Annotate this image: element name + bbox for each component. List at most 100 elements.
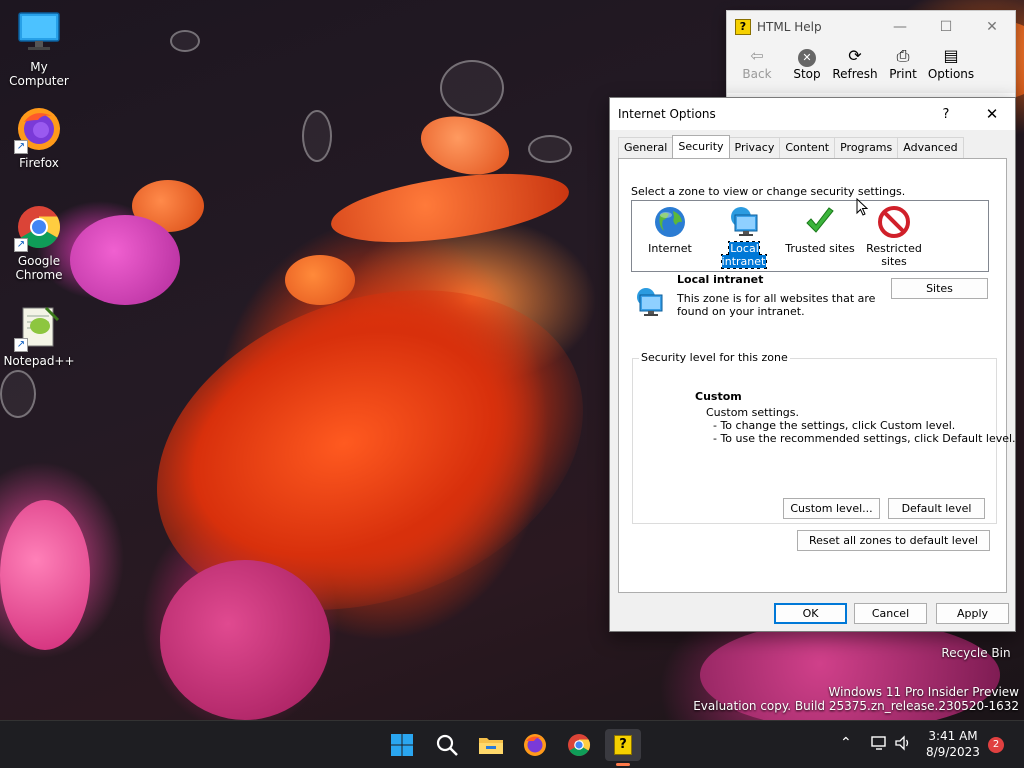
desktop-icon-my-computer[interactable]: My Computer: [0, 10, 78, 88]
maximize-button[interactable]: ☐: [923, 19, 969, 35]
wallpaper-blob: [70, 215, 180, 305]
html-help-window: ? HTML Help — ☐ ✕ ⇦ Back ✕ Stop ⟳ Refres…: [726, 10, 1016, 100]
security-level-legend: Security level for this zone: [639, 351, 790, 364]
custom-level-button[interactable]: Custom level...: [783, 498, 880, 519]
help-button[interactable]: ?: [923, 107, 969, 122]
globe-icon: [653, 205, 687, 239]
stop-label: Stop: [793, 67, 821, 81]
shortcut-arrow-icon: ↗: [14, 238, 28, 252]
ok-button[interactable]: OK: [774, 603, 847, 624]
minimize-button[interactable]: —: [877, 19, 923, 35]
shortcut-arrow-icon: ↗: [14, 338, 28, 352]
zone-local-intranet[interactable]: Local intranet: [706, 205, 782, 269]
help-question-icon: ?: [614, 735, 632, 755]
tab-content[interactable]: Content: [779, 137, 836, 158]
desktop-icon-recycle-bin[interactable]: Recycle Bin: [936, 646, 1016, 660]
printer-icon: ⎙: [896, 46, 910, 65]
refresh-label: Refresh: [832, 67, 878, 81]
folder-icon: [479, 738, 503, 754]
windows-watermark: Windows 11 Pro Insider Preview Evaluatio…: [693, 685, 1019, 713]
wallpaper-droplet: [170, 30, 200, 52]
tray-overflow-button[interactable]: ⌃: [840, 735, 852, 751]
zone-description: This zone is for all websites that are f…: [677, 292, 876, 318]
apply-button[interactable]: Apply: [936, 603, 1009, 624]
search-button[interactable]: [431, 729, 463, 761]
html-help-title-bar[interactable]: ? HTML Help — ☐ ✕: [727, 11, 1015, 43]
network-icon[interactable]: [870, 734, 888, 755]
close-button[interactable]: ✕: [969, 19, 1015, 35]
start-button[interactable]: [386, 729, 418, 761]
clock[interactable]: 3:41 AM 8/9/2023: [922, 728, 984, 760]
default-level-button[interactable]: Default level: [888, 498, 985, 519]
internet-options-dialog: Internet Options ? ✕ General Security Pr…: [609, 97, 1016, 632]
volume-icon[interactable]: [894, 734, 912, 755]
wallpaper-droplet: [0, 370, 36, 418]
zone-trusted-sites[interactable]: Trusted sites: [782, 205, 858, 255]
checkmark-icon: [803, 205, 837, 239]
level-name: Custom: [695, 390, 742, 403]
clock-time: 3:41 AM: [928, 729, 978, 743]
stop-icon: ✕: [783, 45, 831, 67]
zone-list: Internet Local intranet Trusted sites Re…: [631, 200, 989, 272]
notepad-plus-plus-icon: ↗: [14, 304, 62, 352]
zone-label: Local intranet: [720, 241, 768, 269]
notification-badge[interactable]: 2: [988, 737, 1004, 753]
back-button[interactable]: ⇦ Back: [733, 43, 781, 93]
watermark-line: Windows 11 Pro Insider Preview: [828, 685, 1019, 699]
tab-privacy[interactable]: Privacy: [728, 137, 781, 158]
back-label: Back: [742, 67, 772, 81]
sites-button[interactable]: Sites: [891, 278, 988, 299]
firefox-icon: [524, 734, 546, 756]
cancel-button[interactable]: Cancel: [854, 603, 927, 624]
chrome-icon: ↗: [14, 204, 62, 252]
options-button[interactable]: ▤ Options: [927, 43, 975, 93]
search-icon: [436, 734, 458, 756]
firefox-icon: ↗: [14, 106, 62, 154]
security-tab-panel: Select a zone to view or change security…: [618, 158, 1016, 593]
desktop-icon-label: Notepad++: [3, 354, 75, 368]
desktop-icon-firefox[interactable]: ↗ Firefox: [0, 106, 78, 170]
desktop-icon-label: Google Chrome: [15, 254, 63, 282]
wallpaper-droplet: [440, 60, 504, 116]
level-description: Custom settings. - To change the setting…: [706, 406, 1016, 445]
help-question-icon: ?: [735, 19, 751, 35]
taskbar-firefox[interactable]: [519, 729, 551, 761]
zone-label: Internet: [648, 242, 692, 255]
watermark-line: Evaluation copy. Build 25375.zn_release.…: [693, 699, 1019, 713]
close-icon[interactable]: ✕: [969, 105, 1015, 123]
taskbar-file-explorer[interactable]: [475, 729, 507, 761]
wallpaper-blob: [285, 255, 355, 305]
zone-internet[interactable]: Internet: [632, 205, 708, 255]
stop-button[interactable]: ✕ Stop: [783, 43, 831, 93]
print-button[interactable]: ⎙ Print: [879, 43, 927, 93]
intranet-icon: [727, 205, 761, 239]
desktop-icon-label: My Computer: [9, 60, 69, 88]
taskbar: ? ⌃ 3:41 AM 8/9/2023 2: [0, 720, 1024, 768]
active-app-indicator: [616, 763, 630, 766]
dialog-title: Internet Options: [618, 107, 716, 121]
zone-title: Local intranet: [677, 273, 764, 286]
mouse-cursor: [856, 197, 869, 216]
reset-all-zones-button[interactable]: Reset all zones to default level: [797, 530, 990, 551]
taskbar-html-help[interactable]: ?: [605, 729, 641, 761]
tab-security[interactable]: Security: [672, 135, 730, 158]
refresh-icon: ⟳: [848, 46, 862, 65]
refresh-button[interactable]: ⟳ Refresh: [831, 43, 879, 93]
shortcut-arrow-icon: ↗: [14, 140, 28, 154]
wallpaper-droplet: [528, 135, 572, 163]
desktop-icon-notepad-plus-plus[interactable]: ↗ Notepad++: [0, 304, 78, 368]
dialog-title-bar[interactable]: Internet Options ? ✕: [610, 98, 1015, 130]
print-label: Print: [889, 67, 917, 81]
desktop-icon-label: Firefox: [19, 156, 59, 170]
desktop-icon-google-chrome[interactable]: ↗ Google Chrome: [0, 204, 78, 282]
clock-date: 8/9/2023: [926, 745, 980, 759]
tab-general[interactable]: General: [618, 137, 674, 158]
taskbar-chrome[interactable]: [563, 729, 595, 761]
zone-prompt: Select a zone to view or change security…: [631, 185, 906, 198]
options-label: Options: [927, 67, 975, 81]
wallpaper-blob: [326, 161, 574, 255]
zone-label: Restricted sites: [866, 242, 922, 268]
back-arrow-icon: ⇦: [750, 46, 764, 65]
tab-advanced[interactable]: Advanced: [897, 137, 964, 158]
tab-programs[interactable]: Programs: [834, 137, 899, 158]
